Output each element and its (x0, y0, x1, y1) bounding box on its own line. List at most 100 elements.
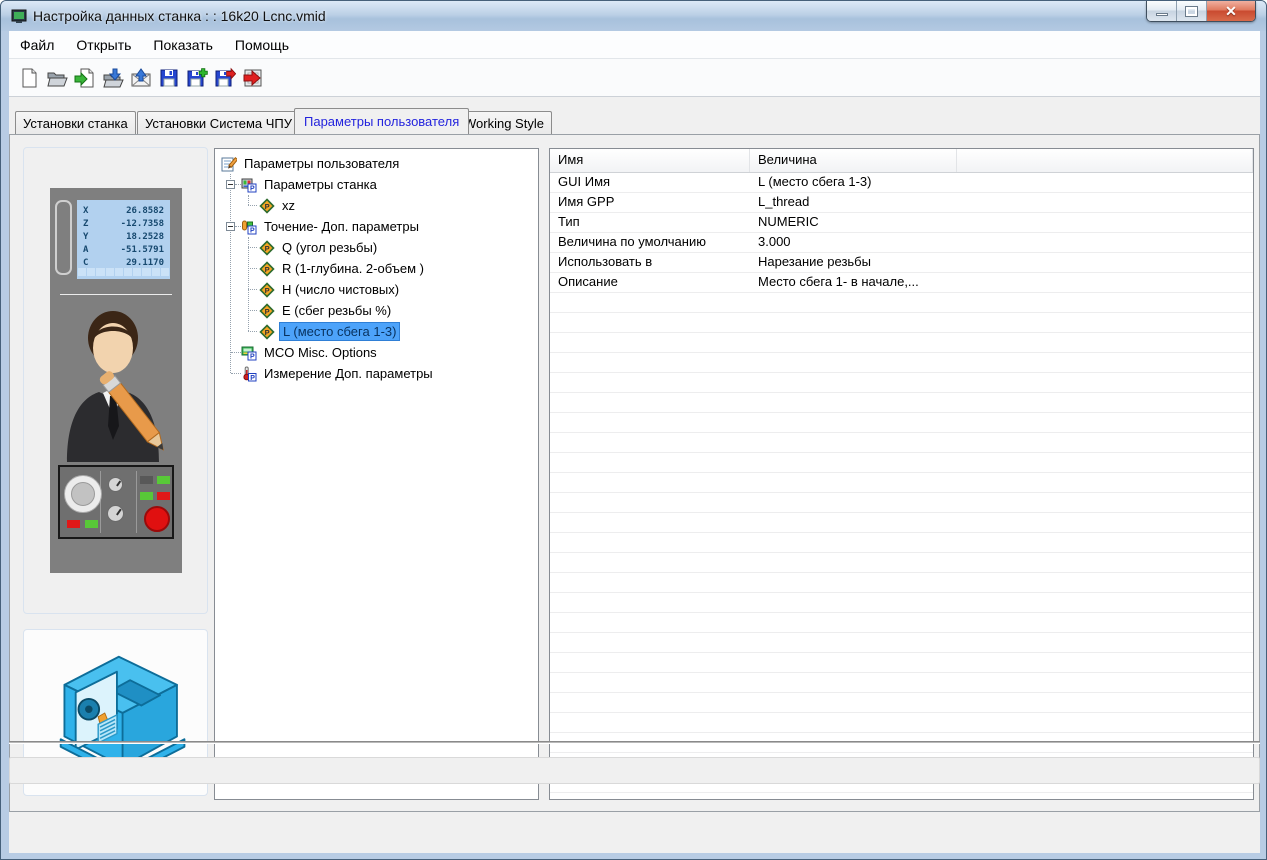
tree-item-label: Q (угол резьбы) (282, 240, 378, 255)
column-header-value[interactable]: Величина (750, 149, 957, 172)
override-knob (107, 505, 124, 522)
empty-cell (957, 193, 1253, 212)
tree-item-label: Точение- Доп. параметры (264, 219, 419, 234)
tree-item-e-thread-runout[interactable]: P E (сбег резьбы %) (215, 300, 538, 321)
table-row[interactable]: Использовать в Нарезание резьбы (550, 253, 1253, 273)
table-row[interactable]: GUI Имя L (место сбега 1-3) (550, 173, 1253, 193)
table-row[interactable]: Имя GPP L_thread (550, 193, 1253, 213)
property-name: Тип (558, 214, 580, 229)
save-icon (160, 69, 178, 86)
title-bar[interactable]: Настройка данных станка : : 16k20 Lcnc.v… (1, 1, 1266, 31)
property-name: Имя GPP (558, 194, 615, 209)
tree-item-q-thread-angle[interactable]: P Q (угол резьбы) (215, 237, 538, 258)
save-button[interactable] (155, 64, 183, 92)
parameter-icon: P (259, 281, 275, 298)
tree-item-h-finish-passes[interactable]: P H (число чистовых) (215, 279, 538, 300)
menu-open[interactable]: Открыть (65, 31, 142, 59)
table-row[interactable]: Описание Место сбега 1- в начале,... (550, 273, 1253, 293)
save-export-button[interactable] (211, 64, 239, 92)
dro-value: 26.8582 (126, 206, 164, 216)
column-header-name[interactable]: Имя (550, 149, 750, 172)
tab-working-style[interactable]: Working Style (456, 111, 552, 134)
svg-text:P: P (250, 374, 255, 381)
status-bar (9, 757, 1260, 784)
selector-knob (108, 477, 123, 492)
parameter-icon: P (259, 323, 275, 340)
tab-user-parameters[interactable]: Параметры пользователя (294, 108, 470, 134)
tree-item-l-runout-place[interactable]: P L (место сбега 1-3) (215, 321, 538, 342)
collapse-toggle[interactable] (226, 222, 235, 231)
close-button[interactable]: ✕ (1207, 1, 1255, 21)
dro-axis: Z (83, 219, 89, 229)
red-indicator (157, 492, 170, 500)
divider-line (60, 294, 172, 295)
empty-cell (957, 213, 1253, 232)
tree-item-machine-parameters[interactable]: P Параметры станка (215, 174, 538, 195)
property-name: Величина по умолчанию (558, 234, 706, 249)
column-header-empty[interactable] (957, 149, 1253, 172)
svg-text:P: P (265, 264, 270, 273)
caption-buttons: ✕ (1146, 1, 1256, 22)
property-name: GUI Имя (558, 174, 611, 189)
dro-value: 18.2528 (126, 232, 164, 242)
load-into-folder-button[interactable] (99, 64, 127, 92)
dro-value: -51.5791 (120, 245, 164, 255)
open-folder-button[interactable] (43, 64, 71, 92)
parameter-icon: P (259, 260, 275, 277)
green-indicator (85, 520, 98, 528)
tree-item-xz[interactable]: P xz (215, 195, 538, 216)
svg-text:P: P (265, 306, 270, 315)
property-name: Использовать в (558, 254, 653, 269)
tree-item-r-depth-volume[interactable]: P R (1-глубина. 2-объем ) (215, 258, 538, 279)
tab-machine-settings[interactable]: Установки станка (15, 111, 136, 134)
exit-button[interactable] (239, 64, 267, 92)
menu-file[interactable]: Файл (9, 31, 65, 59)
maximize-button[interactable] (1177, 1, 1207, 21)
tree-item-user-parameters[interactable]: Параметры пользователя (215, 153, 538, 174)
svg-text:P: P (250, 185, 255, 192)
empty-cell (957, 173, 1253, 192)
tree-item-measurement-parameters[interactable]: P Измерение Доп. параметры (215, 363, 538, 384)
tree-item-turning-parameters[interactable]: P Точение- Доп. параметры (215, 216, 538, 237)
save-add-button[interactable] (183, 64, 211, 92)
svg-text:P: P (265, 285, 270, 294)
menu-help[interactable]: Помощь (224, 31, 300, 59)
property-value: L (место сбега 1-3) (758, 174, 872, 189)
svg-text:P: P (250, 353, 255, 360)
menu-show[interactable]: Показать (142, 31, 224, 59)
toolbar (9, 59, 1260, 97)
mco-options-icon: P (241, 346, 257, 360)
property-value: Нарезание резьбы (758, 254, 871, 269)
collapse-toggle[interactable] (226, 180, 235, 189)
tab-strip: Установки станка Установки Система ЧПУ П… (9, 97, 1260, 134)
table-row[interactable]: Тип NUMERIC (550, 213, 1253, 233)
tab-cnc-system-settings[interactable]: Установки Система ЧПУ (137, 111, 301, 134)
minimize-icon (1155, 12, 1168, 16)
dro-axis: Y (83, 232, 89, 242)
mail-receive-button[interactable] (127, 64, 155, 92)
dro-axis: X (83, 206, 89, 216)
parameter-tree: Параметры пользователя P Параметры станк… (214, 148, 539, 800)
import-file-button[interactable] (71, 64, 99, 92)
tab-label: Working Style (464, 115, 544, 131)
new-document-icon (22, 68, 37, 87)
minimize-button[interactable] (1147, 1, 1177, 21)
tab-label: Установки Система ЧПУ (145, 115, 293, 131)
tree-item-label: H (число чистовых) (282, 282, 400, 297)
property-value: L_thread (758, 194, 810, 209)
tab-label: Установки станка (23, 115, 128, 131)
tree-item-mco-misc-options[interactable]: P MCO Misc. Options (215, 342, 538, 363)
dro-axis: A (83, 245, 89, 255)
table-row[interactable]: Величина по умолчанию 3.000 (550, 233, 1253, 253)
emergency-stop-button (144, 506, 170, 532)
tree-item-label: Параметры пользователя (244, 156, 400, 171)
new-document-button[interactable] (15, 64, 43, 92)
parameter-icon: P (259, 239, 275, 256)
table-header: Имя Величина (550, 149, 1253, 173)
operator-illustration: X 26.8582 Z -12.7358 Y 18.2528 A -51.5791 C2… (50, 188, 182, 573)
machine-control-panel (58, 465, 174, 539)
empty-cell (957, 273, 1253, 292)
dro-softkey-strip (77, 268, 170, 276)
client-area: Файл Открыть Показать Помощь Установки с… (9, 31, 1260, 853)
save-add-icon (187, 67, 208, 86)
